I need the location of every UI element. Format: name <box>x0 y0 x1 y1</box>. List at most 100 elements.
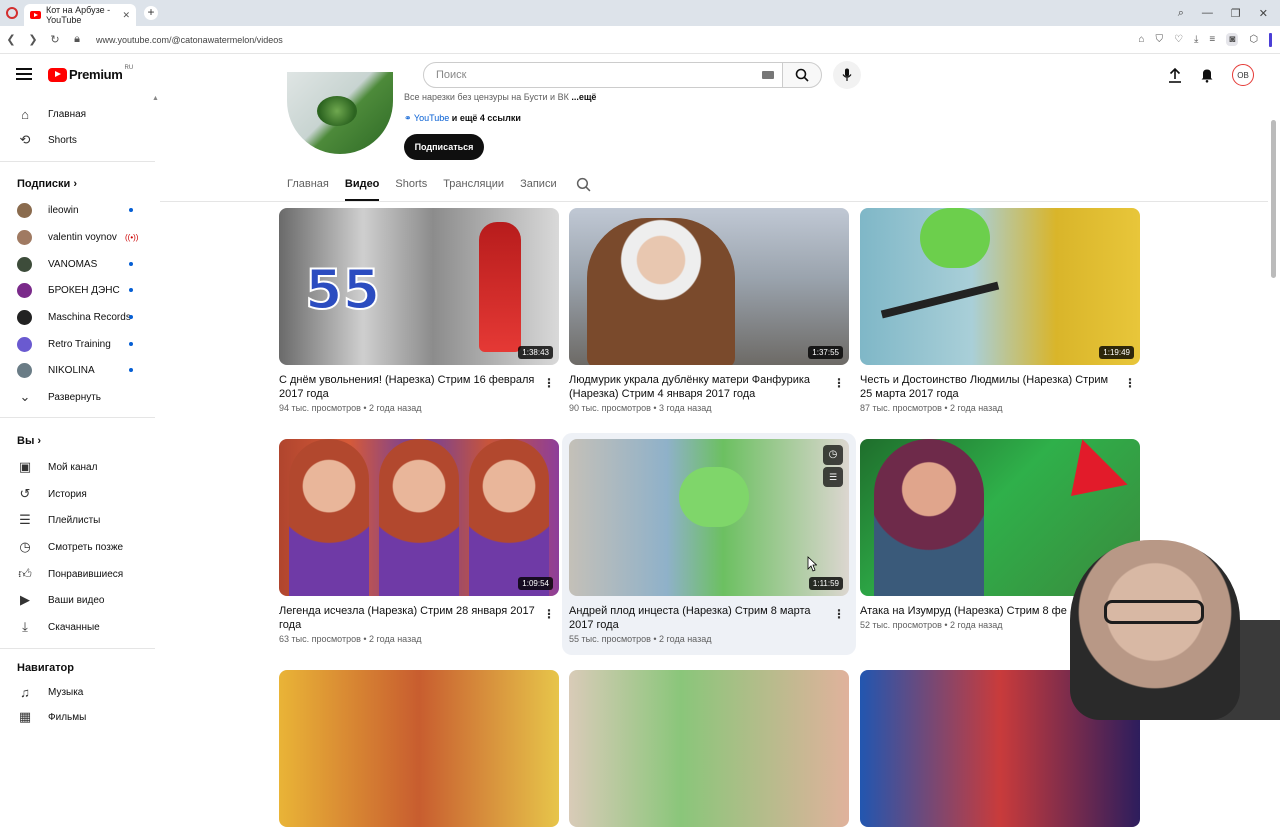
shield-icon[interactable]: ⛉ <box>1155 34 1163 45</box>
notifications-icon[interactable] <box>1200 67 1214 83</box>
youtube-premium-logo[interactable]: Premium RU <box>48 65 133 82</box>
sidebar-item-label: ileowin <box>48 204 79 216</box>
more-options-icon[interactable]: ⋮ <box>1124 376 1136 390</box>
video-title[interactable]: С днём увольнения! (Нарезка) Стрим 16 фе… <box>279 373 537 401</box>
video-card[interactable]: 1:19:49 Честь и Достоинство Людмилы (Нар… <box>860 208 1140 413</box>
profile-icon[interactable]: ◙ <box>1226 33 1239 46</box>
video-card[interactable]: 55 1:38:43 С днём увольнения! (Нарезка) … <box>279 208 559 413</box>
menu-icon[interactable] <box>16 68 32 80</box>
new-content-dot <box>129 315 133 319</box>
video-thumbnail[interactable]: ◷ ☰ 1:11:59 <box>569 439 849 596</box>
back-icon[interactable]: ❮ <box>0 33 22 46</box>
video-card[interactable] <box>279 670 559 827</box>
video-title[interactable]: Людмурик украла дублёнку матери Фанфурик… <box>569 373 827 401</box>
sidebar-sub-valentin-voynov[interactable]: valentin voynov ((•)) <box>0 224 155 250</box>
video-thumbnail[interactable]: 1:09:54 <box>279 439 559 596</box>
youtube-logo-icon <box>48 67 67 82</box>
close-window-icon[interactable]: ✕ <box>1259 7 1268 20</box>
add-to-queue-icon[interactable]: ☰ <box>823 467 843 487</box>
channel-avatar <box>17 336 32 352</box>
watch-later-icon[interactable]: ◷ <box>823 445 843 465</box>
sidebar-item-my-channel[interactable]: ▣ Мой канал <box>0 454 155 480</box>
channel-link-youtube[interactable]: YouTube <box>414 113 449 123</box>
tab-posts[interactable]: Записи <box>520 175 557 201</box>
channel-search-icon[interactable] <box>576 177 591 192</box>
new-content-dot <box>129 342 133 346</box>
more-options-icon[interactable]: ⋮ <box>543 376 555 390</box>
sidebar-scroll-up-icon[interactable]: ▲ <box>152 95 159 102</box>
sidebar-item-watch-later[interactable]: ◷ Смотреть позже <box>0 534 155 560</box>
restore-icon[interactable]: ❐ <box>1231 7 1241 20</box>
download-icon[interactable]: ⤓ <box>1194 34 1198 45</box>
extensions-icon[interactable]: ⬡ <box>1249 34 1258 45</box>
sidebar-item-your-videos[interactable]: ▶ Ваши видео <box>0 587 155 613</box>
sidebar-item-downloads[interactable]: ⤓ Скачанные <box>0 614 155 640</box>
video-title[interactable]: Легенда исчезла (Нарезка) Стрим 28 январ… <box>279 604 537 632</box>
page-scrollbar[interactable] <box>1271 120 1276 278</box>
video-thumbnail[interactable] <box>569 670 849 827</box>
more-options-icon[interactable]: ⋮ <box>833 607 845 621</box>
camera-icon[interactable]: ⌂ <box>1138 34 1144 45</box>
video-title[interactable]: Андрей плод инцеста (Нарезка) Стрим 8 ма… <box>569 604 827 632</box>
tab-shorts[interactable]: Shorts <box>395 175 427 201</box>
keyboard-icon[interactable] <box>762 71 774 79</box>
video-thumbnail[interactable]: 1:19:49 <box>860 208 1140 365</box>
tab-streams[interactable]: Трансляции <box>443 175 504 201</box>
subscriptions-heading[interactable]: Подписки › <box>17 178 77 190</box>
video-duration: 1:37:55 <box>808 346 843 359</box>
reload-icon[interactable]: ↻ <box>44 33 66 46</box>
channel-description-more[interactable]: ...ещё <box>571 92 596 102</box>
upload-icon[interactable] <box>1168 67 1182 83</box>
sidebar-sub-retro-training[interactable]: Retro Training <box>0 331 155 357</box>
search-input[interactable]: Поиск <box>423 62 783 88</box>
channel-avatar-large[interactable] <box>287 72 393 154</box>
video-card[interactable]: 1:09:54 Легенда исчезла (Нарезка) Стрим … <box>279 439 559 644</box>
minimize-icon[interactable]: — <box>1202 7 1213 20</box>
thumbnail-figure <box>920 208 990 268</box>
sidebar-sub-ileowin[interactable]: ileowin <box>0 197 155 223</box>
sidebar-item-liked[interactable]: 👍︎ Понравившиеся <box>0 561 155 587</box>
url-field[interactable]: www.youtube.com/@catonawatermelon/videos <box>96 35 283 45</box>
forward-icon[interactable]: ❯ <box>22 33 44 46</box>
video-card[interactable]: 1:37:55 Людмурик украла дублёнку матери … <box>569 208 849 413</box>
sidebar-sub-nikolina[interactable]: NIKOLINA <box>0 357 155 383</box>
sidebar-expand-button[interactable]: ⌄ Развернуть <box>0 384 155 410</box>
sidebar-item-home[interactable]: ⌂ Главная <box>0 101 155 127</box>
sidebar-item-movies[interactable]: ▦ Фильмы <box>0 704 155 730</box>
sidebar-sub-maschina-records[interactable]: Maschina Records <box>0 304 155 330</box>
menu-lines-icon[interactable]: ≡ <box>1209 34 1215 45</box>
more-options-icon[interactable]: ⋮ <box>543 607 555 621</box>
sidebar-item-shorts[interactable]: ⟲ Shorts <box>0 127 155 153</box>
account-avatar[interactable]: OB <box>1232 64 1254 86</box>
more-options-icon[interactable]: ⋮ <box>833 376 845 390</box>
sidebar-sub-broken-dance[interactable]: БРОКЕН ДЭНС <box>0 277 155 303</box>
sidebar-item-playlists[interactable]: ☰ Плейлисты <box>0 507 155 533</box>
tab-videos[interactable]: Видео <box>344 175 379 201</box>
sidebar-item-music[interactable]: ♫ Музыка <box>0 679 155 705</box>
tab-home[interactable]: Главная <box>287 175 329 201</box>
browser-tab[interactable]: Кот на Арбузе - YouTube ✕ <box>24 4 136 26</box>
search-button[interactable] <box>782 62 822 88</box>
voice-search-button[interactable] <box>833 61 861 89</box>
sidebar-sub-vanomas[interactable]: VANOMAS <box>0 251 155 277</box>
video-card[interactable] <box>569 670 849 827</box>
you-heading[interactable]: Вы › <box>17 435 41 447</box>
opera-logo-icon[interactable] <box>6 7 18 19</box>
window-controls: ⌕ — ❐ ✕ <box>1178 7 1280 20</box>
subscribe-button[interactable]: Подписаться <box>404 134 484 160</box>
video-title[interactable]: Честь и Достоинство Людмилы (Нарезка) Ст… <box>860 373 1118 401</box>
video-thumbnail[interactable]: 1:37:55 <box>569 208 849 365</box>
video-card-hovered[interactable]: ◷ ☰ 1:11:59 Андрей плод инцеста (Нарезка… <box>569 439 849 644</box>
video-thumbnail[interactable]: 55 1:38:43 <box>279 208 559 365</box>
channel-description[interactable]: Все нарезки без цензуры на Бусти и ВК ..… <box>404 92 596 102</box>
new-tab-button[interactable]: + <box>144 6 158 20</box>
channel-more-links[interactable]: и ещё 4 ссылки <box>452 113 521 123</box>
sidebar-item-history[interactable]: ↺ История <box>0 481 155 507</box>
lock-icon[interactable]: 🔒︎ <box>66 33 88 46</box>
search-tabs-icon[interactable]: ⌕ <box>1178 7 1184 20</box>
youtube-favicon-icon <box>30 11 41 19</box>
heart-icon[interactable]: ♡ <box>1174 34 1183 45</box>
video-thumbnail[interactable] <box>279 670 559 827</box>
sidebar-toggle-icon[interactable] <box>1269 32 1272 47</box>
tab-close-icon[interactable]: ✕ <box>122 10 130 21</box>
